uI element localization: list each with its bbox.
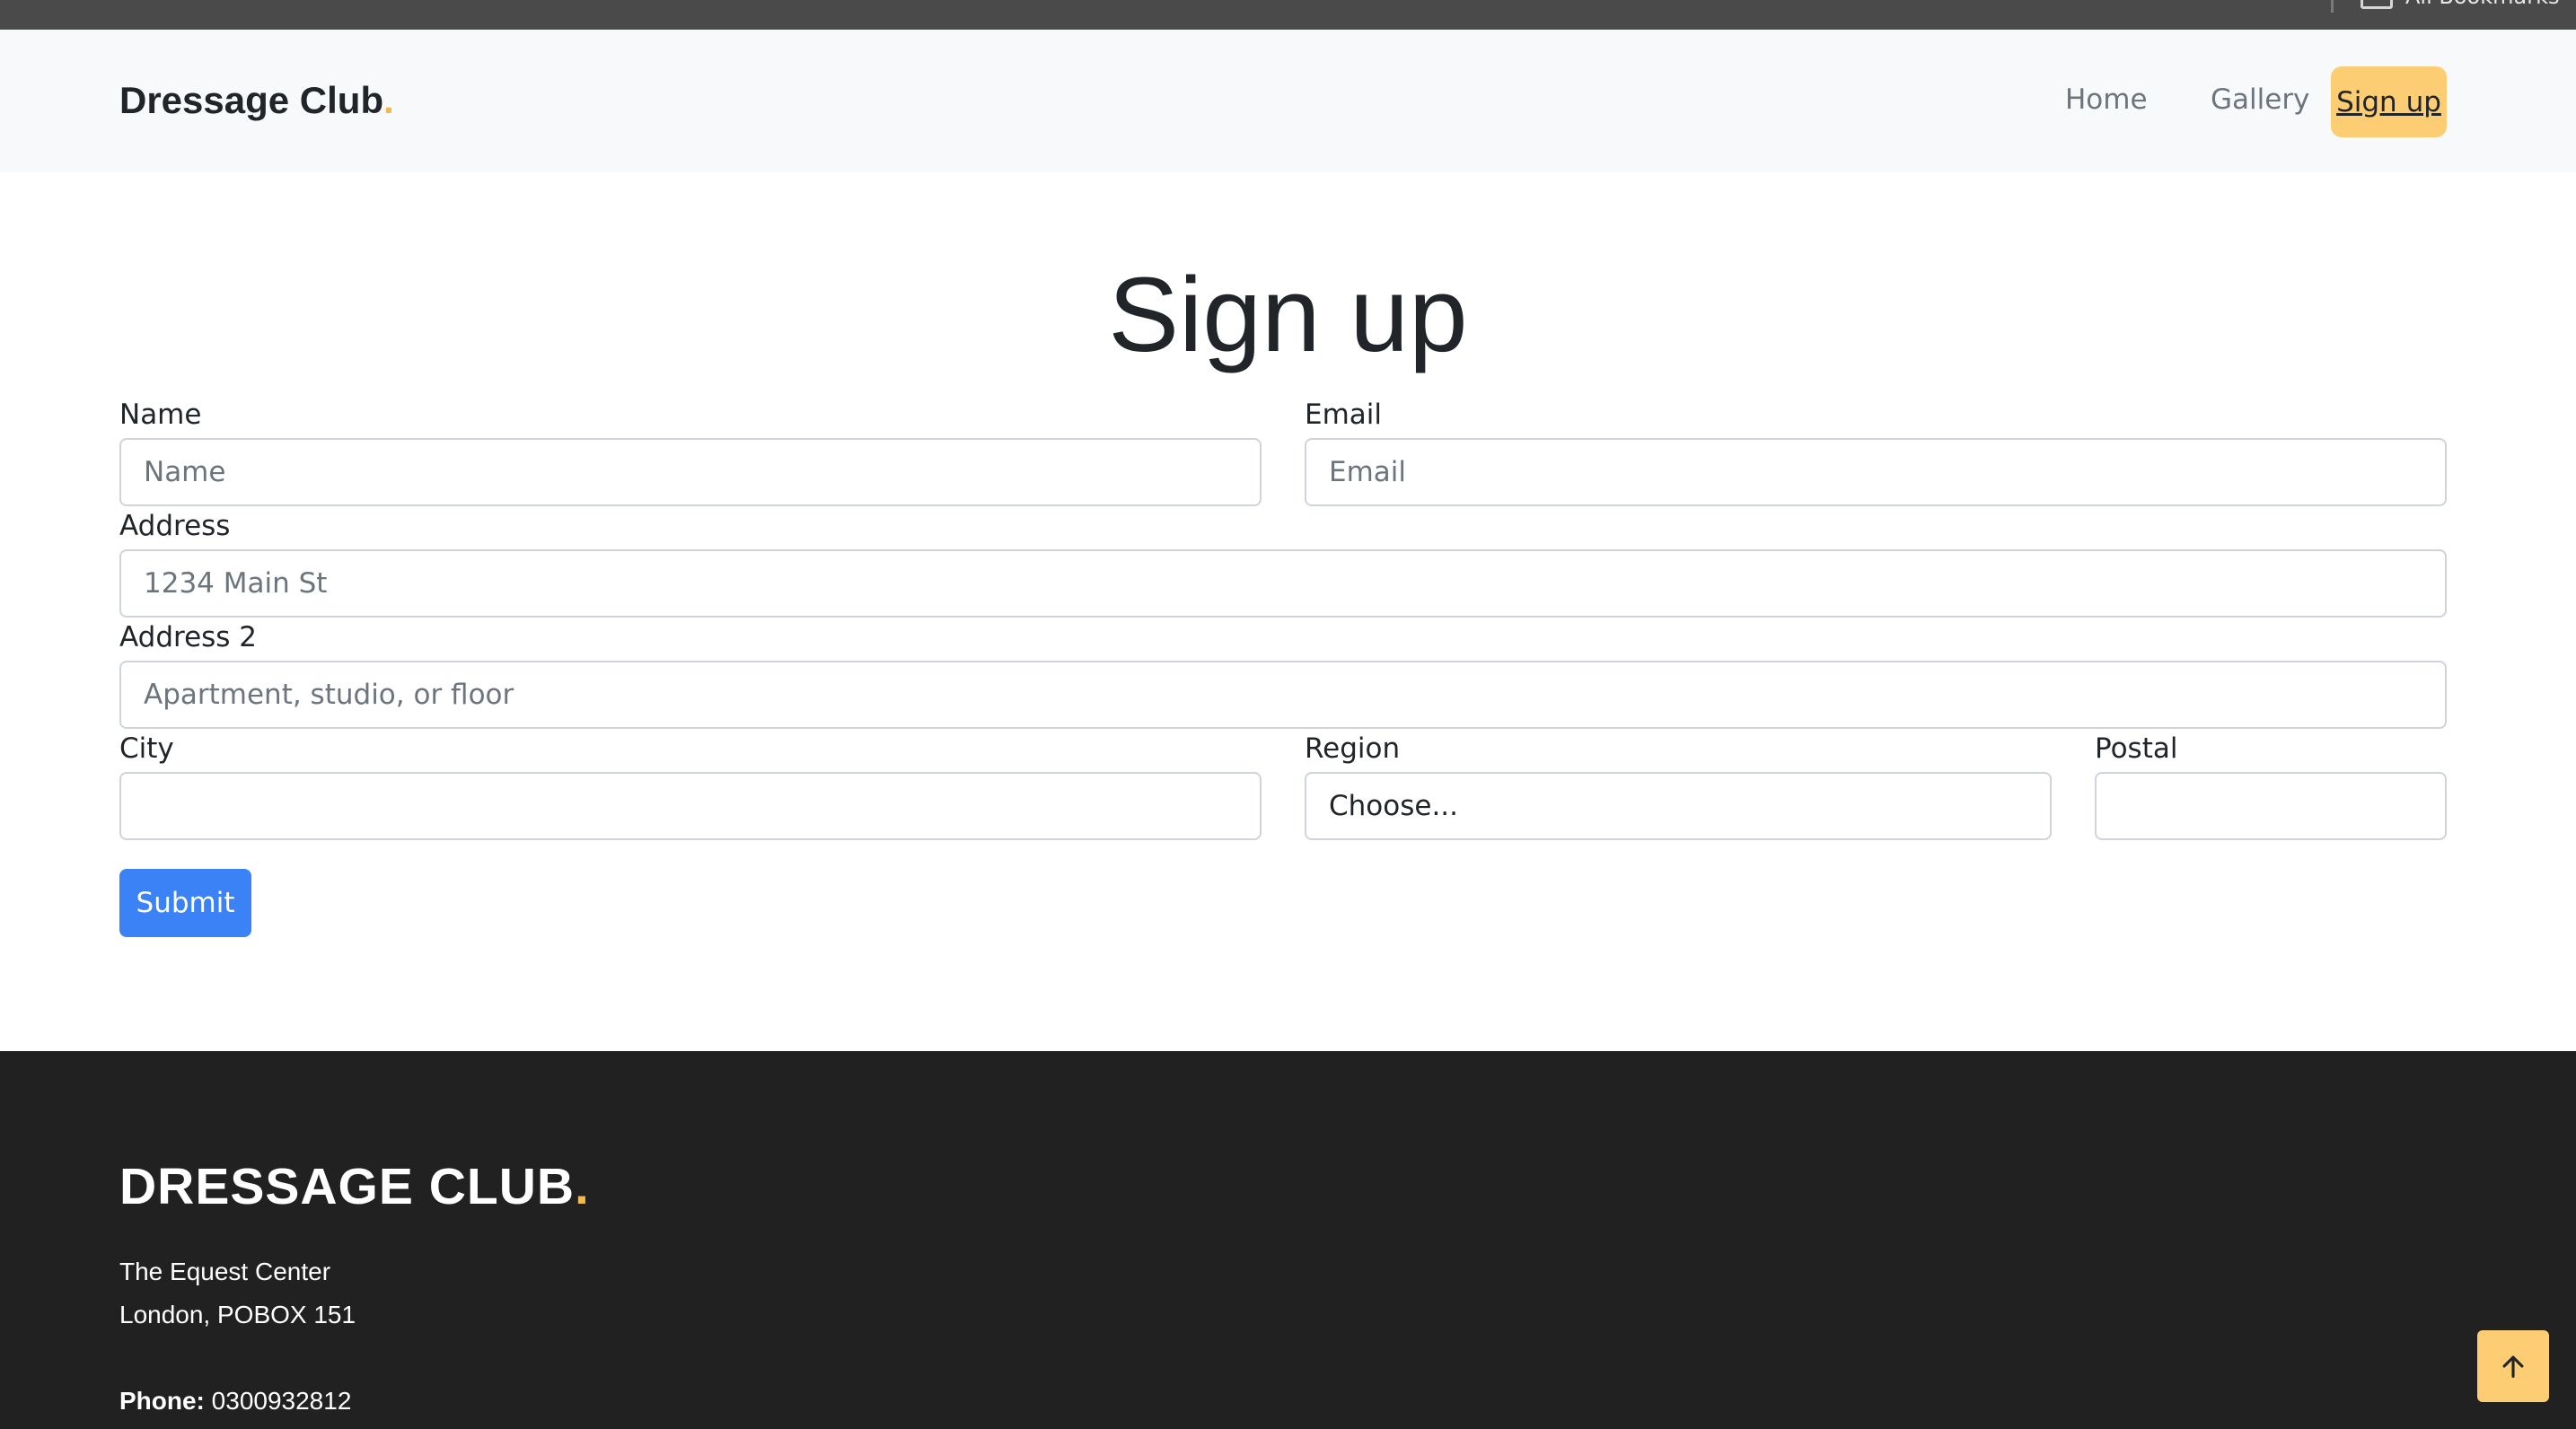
address-input[interactable] xyxy=(119,549,2447,618)
footer-brand: DRESSAGE CLUB. xyxy=(119,1157,590,1216)
submit-button[interactable]: Submit xyxy=(119,869,251,937)
brand-dot: . xyxy=(383,79,394,121)
folder-icon[interactable] xyxy=(2361,0,2393,9)
bookmarks-bar: All Bookmarks xyxy=(0,0,2576,30)
page-title: Sign up xyxy=(1108,256,1468,374)
email-label: Email xyxy=(1305,399,1383,431)
region-selected-value: Choose... xyxy=(1329,790,1459,822)
footer-phone-value: 0300932812 xyxy=(211,1387,352,1415)
brand-text: Dressage Club xyxy=(119,79,384,121)
region-label: Region xyxy=(1305,732,1401,765)
navbar: Dressage Club. Home Gallery Sign up xyxy=(0,30,2576,172)
nav-gallery-link[interactable]: Gallery xyxy=(2211,83,2309,116)
address-label: Address xyxy=(119,510,231,542)
address2-input[interactable] xyxy=(119,661,2447,729)
region-select[interactable]: Choose... xyxy=(1305,772,2052,840)
back-to-top-button[interactable] xyxy=(2477,1330,2549,1402)
footer-brand-text: DRESSAGE CLUB xyxy=(119,1158,576,1215)
name-input[interactable] xyxy=(119,438,1262,506)
footer-phone-label: Phone: xyxy=(119,1387,205,1415)
nav-home-link[interactable]: Home xyxy=(2065,83,2148,116)
email-input[interactable] xyxy=(1305,438,2447,506)
city-label: City xyxy=(119,732,174,765)
arrow-up-icon xyxy=(2502,1355,2524,1378)
footer-phone: Phone: 0300932812 xyxy=(119,1387,351,1416)
all-bookmarks-link[interactable]: All Bookmarks xyxy=(2405,0,2559,9)
footer: DRESSAGE CLUB. The Equest Center London,… xyxy=(0,1051,2576,1429)
name-label: Name xyxy=(119,399,202,431)
nav-signup-link[interactable]: Sign up xyxy=(2331,66,2447,137)
bookmarks-divider xyxy=(2331,0,2334,13)
city-input[interactable] xyxy=(119,772,1262,840)
navbar-brand[interactable]: Dressage Club. xyxy=(119,79,394,122)
footer-address-line2: London, POBOX 151 xyxy=(119,1301,356,1328)
postal-input[interactable] xyxy=(2095,772,2447,840)
postal-label: Postal xyxy=(2095,732,2178,765)
footer-brand-dot: . xyxy=(575,1158,590,1215)
address2-label: Address 2 xyxy=(119,621,258,653)
footer-address-line1: The Equest Center xyxy=(119,1258,331,1285)
